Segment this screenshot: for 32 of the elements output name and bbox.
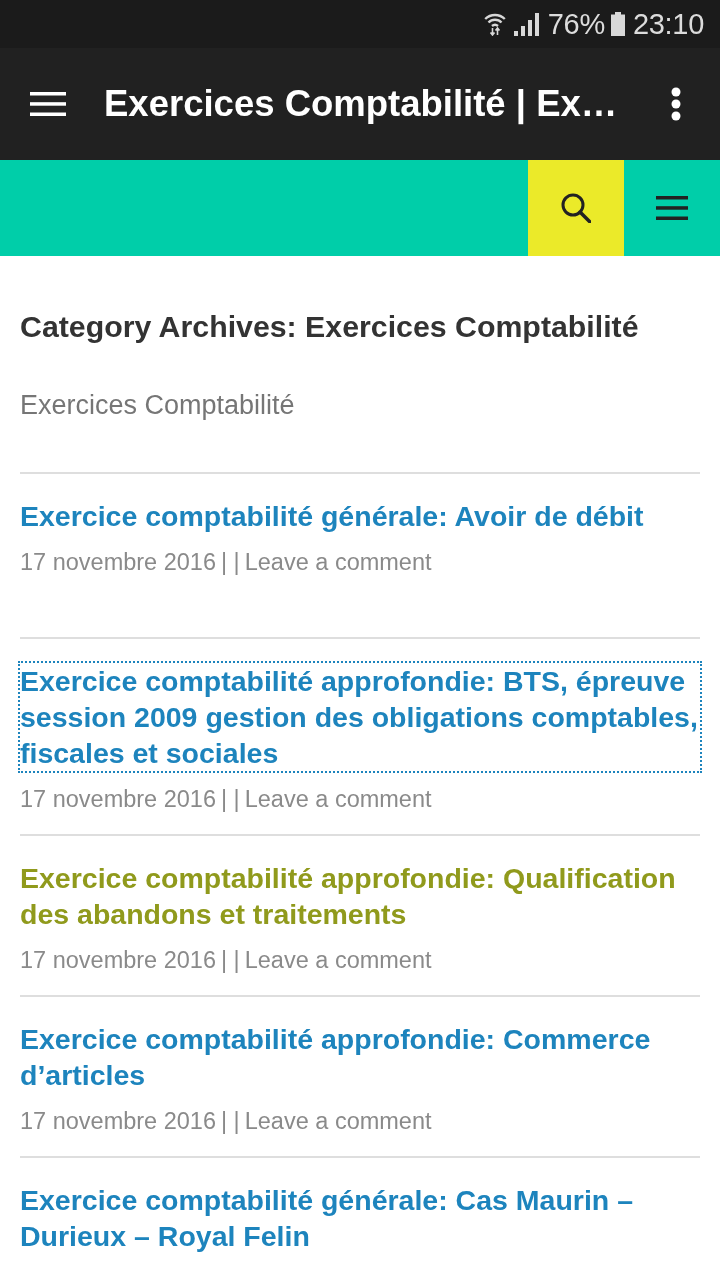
leave-comment-link[interactable]: Leave a comment <box>244 1107 432 1135</box>
leave-comment-link[interactable]: Leave a comment <box>244 785 432 813</box>
archive-description: Exercices Comptabilité <box>20 389 296 421</box>
post-date: 17 novembre 2016 <box>20 548 216 576</box>
post-title-link[interactable]: Exercice comptabilité générale: Avoir de débit <box>18 496 646 536</box>
leave-comment-link[interactable]: Leave a comment <box>244 548 432 576</box>
meta-separator: | | <box>221 946 240 974</box>
battery-percent: 76% <box>547 7 605 41</box>
post-title-link[interactable]: Exercice comptabilité générale: Cas Maurin – Durieux – Royal Felin <box>18 1180 702 1256</box>
more-options-button[interactable] <box>669 86 683 122</box>
search-icon <box>561 193 591 223</box>
post-title-link[interactable]: Exercice comptabilité approfondie: BTS, épreuve session 2009 gestion des obligations comptables, fiscales et sociales <box>18 661 702 773</box>
clock-time: 23:10 <box>632 7 704 41</box>
leave-comment-link[interactable]: Leave a comment <box>244 946 432 974</box>
post-title-link[interactable]: Exercice comptabilité approfondie: Qualification des abandons et traitements <box>18 858 702 934</box>
post-title-link[interactable]: Exercice comptabilité approfondie: Commerce d’articles <box>18 1019 702 1095</box>
post-date: 17 novembre 2016 <box>20 1107 216 1135</box>
more-options-icon <box>671 87 681 121</box>
signal-icon <box>513 12 539 36</box>
post-date: 17 novembre 2016 <box>20 785 216 813</box>
meta-separator: | | <box>221 1107 240 1135</box>
menu-button[interactable] <box>29 91 67 117</box>
menu-icon <box>656 196 688 220</box>
wifi-icon <box>483 12 506 36</box>
battery-icon <box>610 12 625 36</box>
page-title: Exercices Comptabilité | Ex… <box>104 83 618 125</box>
menu-icon <box>30 92 66 116</box>
archive-heading: Category Archives: Exercices Comptabilité <box>20 309 640 345</box>
meta-separator: | | <box>221 785 240 813</box>
post-date: 17 novembre 2016 <box>20 946 216 974</box>
search-button[interactable] <box>528 160 624 256</box>
meta-separator: | | <box>221 548 240 576</box>
